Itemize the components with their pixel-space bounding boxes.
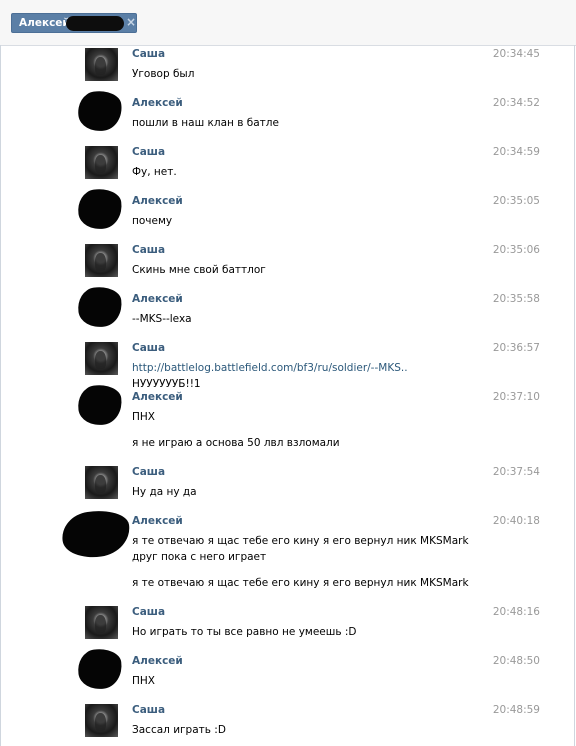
message-time: 20:34:45 (492, 48, 540, 60)
top-bar: Алексей × (0, 0, 576, 46)
avatar[interactable] (75, 646, 125, 692)
avatar[interactable] (85, 48, 118, 81)
message-time: 20:35:06 (492, 244, 540, 256)
author-name[interactable]: Алексей (132, 97, 183, 109)
avatar[interactable] (85, 704, 118, 737)
author-name[interactable]: Саша (132, 146, 165, 158)
avatar[interactable] (75, 382, 125, 428)
message-text: Уговор был (132, 68, 195, 80)
author-name[interactable]: Саша (132, 466, 165, 478)
message-time: 20:48:59 (492, 704, 540, 716)
author-name[interactable]: Саша (132, 606, 165, 618)
panel-border-right (574, 45, 575, 746)
message-text: почему (132, 215, 173, 227)
message-text: Ну да ну да (132, 486, 197, 498)
battlelog-link[interactable]: http://battlelog.battlefield.com/bf3/ru/… (132, 362, 408, 374)
message-text-followup: я не играю а основа 50 лвл взломали (132, 437, 340, 449)
avatar[interactable] (59, 506, 133, 562)
message-text: Скинь мне свой баттлог (132, 264, 266, 276)
message-time: 20:37:54 (492, 466, 540, 478)
message-time: 20:35:58 (492, 293, 540, 305)
message-text: Но играть то ты все равно не умеешь :D (132, 626, 357, 638)
message-text-tail: НУУУУУУБ!!1 (132, 378, 201, 390)
author-name[interactable]: Алексей (132, 293, 183, 305)
message-time: 20:40:18 (492, 515, 540, 527)
message-text: Зассал играть :D (132, 724, 226, 736)
redaction-mark (66, 16, 124, 31)
message-text: ПНХ (132, 675, 155, 687)
close-icon[interactable]: × (126, 15, 136, 29)
message-text-followup: я те отвечаю я щас тебе его кину я его в… (132, 577, 469, 589)
author-name[interactable]: Алексей (132, 515, 183, 527)
message-time: 20:37:10 (492, 391, 540, 403)
message-text: Фу, нет. (132, 166, 177, 178)
message-time: 20:36:57 (492, 342, 540, 354)
author-name[interactable]: Алексей (132, 655, 183, 667)
message-time: 20:48:50 (492, 655, 540, 667)
message-time: 20:35:05 (492, 195, 540, 207)
message-text: http://battlelog.battlefield.com/bf3/ru/… (132, 360, 477, 392)
author-name[interactable]: Алексей (132, 391, 183, 403)
avatar[interactable] (85, 244, 118, 277)
avatar[interactable] (85, 342, 118, 375)
author-name[interactable]: Саша (132, 704, 165, 716)
panel-border-left (0, 45, 1, 746)
message-text: пошли в наш клан в батле (132, 117, 279, 129)
author-name[interactable]: Алексей (132, 195, 183, 207)
message-time: 20:48:16 (492, 606, 540, 618)
avatar[interactable] (75, 186, 125, 232)
tab-title: Алексей (19, 17, 70, 29)
author-name[interactable]: Саша (132, 244, 165, 256)
avatar[interactable] (85, 466, 118, 499)
avatar[interactable] (75, 88, 125, 134)
avatar[interactable] (75, 284, 125, 330)
message-time: 20:34:52 (492, 97, 540, 109)
message-text: --MKS--lexa (132, 313, 192, 325)
message-time: 20:34:59 (492, 146, 540, 158)
author-name[interactable]: Саша (132, 48, 165, 60)
avatar[interactable] (85, 606, 118, 639)
author-name[interactable]: Саша (132, 342, 165, 354)
conversation-tab[interactable]: Алексей × (11, 13, 137, 33)
message-text: я те отвечаю я щас тебе его кину я его в… (132, 535, 469, 563)
avatar[interactable] (85, 146, 118, 179)
message-text: ПНХ (132, 411, 155, 423)
